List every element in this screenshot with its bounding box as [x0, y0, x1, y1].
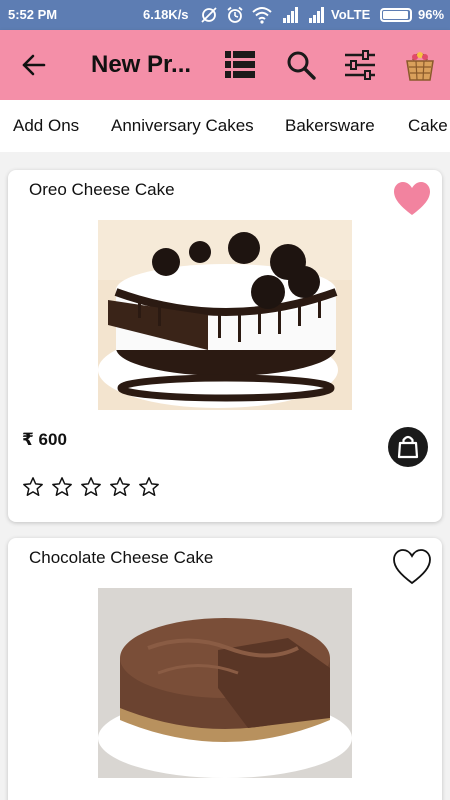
favorite-heart-outline-icon[interactable]: [392, 548, 432, 586]
back-arrow-icon[interactable]: [20, 51, 48, 79]
star-outline-icon[interactable]: [80, 476, 102, 498]
star-outline-icon[interactable]: [109, 476, 131, 498]
network-speed: 6.18K/s: [143, 7, 189, 22]
product-card[interactable]: Chocolate Cheese Cake: [8, 538, 442, 800]
page-title: New Pr...: [91, 51, 192, 78]
product-name: Chocolate Cheese Cake: [29, 548, 214, 567]
wifi-icon: [252, 7, 272, 24]
star-outline-icon[interactable]: [138, 476, 160, 498]
tab-add-ons[interactable]: Add Ons: [13, 116, 79, 136]
filter-sliders-icon[interactable]: [344, 49, 376, 81]
battery-percent: 96%: [418, 7, 445, 22]
tab-bakersware[interactable]: Bakersware: [285, 116, 375, 136]
alarm-icon: [227, 6, 243, 23]
signal-1-icon: [283, 7, 298, 23]
signal-2-icon: [309, 7, 324, 23]
rating-stars[interactable]: [22, 476, 160, 498]
category-tabs: Add Ons Anniversary Cakes Bakersware Cak…: [0, 100, 450, 152]
star-outline-icon[interactable]: [51, 476, 73, 498]
status-time: 5:52 PM: [8, 7, 58, 22]
product-image[interactable]: [98, 588, 352, 778]
star-outline-icon[interactable]: [22, 476, 44, 498]
network-type: VoLTE: [331, 7, 371, 22]
search-icon[interactable]: [285, 49, 317, 81]
product-image[interactable]: [98, 220, 352, 410]
shopping-bag-icon: [397, 435, 419, 459]
app-bar: New Pr...: [0, 30, 450, 100]
basket-cart-icon[interactable]: [404, 47, 436, 83]
tab-anniversary-cakes[interactable]: Anniversary Cakes: [111, 116, 254, 136]
favorite-heart-filled-icon[interactable]: [392, 180, 432, 218]
data-saver-off-icon: [201, 7, 217, 23]
status-bar: 5:52 PM 6.18K/s VoLTE 96%: [0, 0, 450, 30]
product-price: ₹ 600: [22, 430, 67, 449]
list-view-icon[interactable]: [224, 49, 256, 81]
add-to-cart-button[interactable]: [388, 427, 428, 467]
product-name: Oreo Cheese Cake: [29, 180, 175, 199]
battery-icon: [380, 8, 412, 22]
product-card[interactable]: Oreo Cheese Cake ₹ 600: [8, 170, 442, 522]
tab-cake[interactable]: Cake: [408, 116, 448, 136]
